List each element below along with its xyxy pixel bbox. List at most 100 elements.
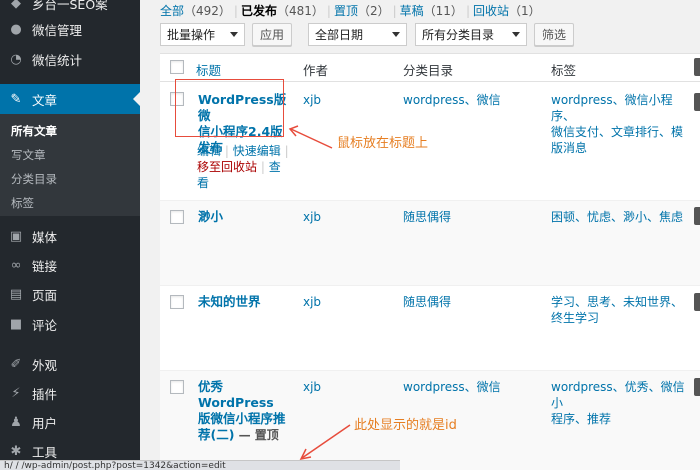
sidebar-item-links[interactable]: ∞ 链接 xyxy=(0,251,140,279)
row-actions: 编辑 | 快速编辑 | 移至回收站 | 查 看 xyxy=(197,144,289,190)
posts-submenu: 所有文章 写文章 分类目录 标签 xyxy=(0,114,140,216)
sidebar-item-label: 文章 xyxy=(32,92,58,108)
tags-cell[interactable]: wordpress、微信小程序、 微信支付、文章排行、模 版消息 xyxy=(551,92,691,156)
sidebar-item-wechat-stats[interactable]: ◔ 微信统计 xyxy=(0,45,140,73)
sidebar-item-label: 链接 xyxy=(32,258,58,274)
view-link-cont[interactable]: 看 xyxy=(197,176,209,190)
author-link[interactable]: xjb xyxy=(303,379,321,395)
tags-cell[interactable]: 困顿、忧虑、渺小、焦虑 xyxy=(551,209,683,225)
filter-all[interactable]: 全部（492） xyxy=(160,4,231,18)
sidebar-item-label: 微信统计 xyxy=(32,52,83,68)
date-filter-select[interactable]: 全部日期 xyxy=(308,23,407,46)
trash-link[interactable]: 移至回收站 xyxy=(197,160,257,174)
bulk-action-select[interactable]: 批量操作 xyxy=(160,23,245,46)
bulk-action-value: 批量操作 xyxy=(167,28,216,42)
column-categories-header: 分类目录 xyxy=(403,63,454,78)
filter-trash[interactable]: 回收站（1） xyxy=(473,4,541,18)
tags-cell[interactable]: wordpress、优秀、微信小 程序、推荐 xyxy=(551,379,691,427)
category-filter-select[interactable]: 所有分类目录 xyxy=(415,23,527,46)
sidebar-item-pages[interactable]: ▤ 页面 xyxy=(0,280,140,308)
tags-cell[interactable]: 学习、思考、未知世界、 终生学习 xyxy=(551,294,691,326)
table-row: 未知的世界 xjb 随思偶得 学习、思考、未知世界、 终生学习 xyxy=(160,286,700,371)
sidebar-item-label: 外观 xyxy=(32,357,58,373)
row-checkbox[interactable] xyxy=(170,295,184,309)
user-icon: ♟ xyxy=(10,414,22,430)
submenu-all-posts[interactable]: 所有文章 xyxy=(11,123,57,139)
sidebar-item-posts[interactable]: ✎ 文章 xyxy=(0,84,140,114)
filter-button[interactable]: 筛选 xyxy=(534,23,574,46)
filter-drafts[interactable]: 草稿（11） xyxy=(400,4,463,18)
filter-published[interactable]: 已发布（481） xyxy=(241,4,324,18)
posts-list-content: 全部（492） | 已发布（481） | 置顶（2） | 草稿（11） | 回收站（1） 批量操… xyxy=(140,0,700,470)
sidebar-item-label: 微信管理 xyxy=(32,22,83,38)
apply-button[interactable]: 应用 xyxy=(252,23,292,46)
chevron-down-icon xyxy=(230,32,238,37)
column-tags-header: 标签 xyxy=(551,63,577,78)
sidebar-item-wechat-manage[interactable]: ● 微信管理 xyxy=(0,15,140,43)
sidebar-item-site[interactable]: ◆ 乡台一SEO案 xyxy=(0,0,140,14)
page-icon: ▤ xyxy=(9,286,23,302)
row-checkbox[interactable] xyxy=(170,210,184,224)
sidebar-item-label: 页面 xyxy=(32,287,58,303)
comment-icon: ■ xyxy=(9,316,23,332)
category-filter-value: 所有分类目录 xyxy=(422,28,495,42)
pin-icon: ✎ xyxy=(10,91,22,107)
submenu-categories[interactable]: 分类目录 xyxy=(11,171,57,187)
edit-link[interactable]: 编辑 xyxy=(197,144,221,158)
author-link[interactable]: xjb xyxy=(303,294,321,310)
submenu-tags[interactable]: 标签 xyxy=(11,195,34,211)
filter-sticky[interactable]: 置顶（2） xyxy=(334,4,390,18)
categories-link[interactable]: 随思偶得 xyxy=(403,209,451,225)
brush-icon: ✐ xyxy=(10,356,22,372)
post-title-link[interactable]: 优秀WordPress 版微信小程序推 荐(二) — 置顶 xyxy=(198,379,298,443)
chevron-down-icon xyxy=(512,32,520,37)
column-title-header[interactable]: 标题 xyxy=(196,60,221,79)
annotation-id-hint: 此处显示的就是id xyxy=(354,418,457,433)
sidebar-item-appearance[interactable]: ✐ 外观 xyxy=(0,350,140,378)
author-link[interactable]: xjb xyxy=(303,209,321,225)
row-checkbox[interactable] xyxy=(170,380,184,394)
sidebar-item-label: 插件 xyxy=(32,386,58,402)
sidebar-item-label: 工具 xyxy=(32,444,58,460)
comment-count-icon xyxy=(694,58,700,76)
sidebar-item-users[interactable]: ♟ 用户 xyxy=(0,408,140,436)
categories-link[interactable]: 随思偶得 xyxy=(403,294,451,310)
browser-status-bar: h/ / /wp-admin/post.php?post=1342&action… xyxy=(0,460,400,470)
site-icon: ◆ xyxy=(11,0,21,11)
chat-icon: ● xyxy=(10,21,22,37)
categories-link[interactable]: wordpress、微信 xyxy=(403,92,501,108)
comment-count-icon xyxy=(694,378,700,396)
sidebar-item-label: 媒体 xyxy=(32,229,58,245)
comment-count-icon xyxy=(694,93,700,111)
sidebar-item-label: 用户 xyxy=(32,415,58,431)
author-link[interactable]: xjb xyxy=(303,92,321,108)
plug-icon: ⚡ xyxy=(11,385,21,401)
sidebar-item-label: 乡台一SEO案 xyxy=(32,0,108,12)
quick-edit-link[interactable]: 快速编辑 xyxy=(233,144,281,158)
select-all-checkbox[interactable] xyxy=(170,60,184,74)
chevron-down-icon xyxy=(392,32,400,37)
wrench-icon: ✱ xyxy=(10,443,22,459)
sidebar-item-plugins[interactable]: ⚡ 插件 xyxy=(0,379,140,407)
admin-sidebar: ◆ 乡台一SEO案 ● 微信管理 ◔ 微信统计 ✎ 文章 所有文章 写文章 分类… xyxy=(0,0,140,470)
annotation-hover-title: 鼠标放在标题上 xyxy=(337,136,429,151)
view-link[interactable]: 查 xyxy=(269,160,281,174)
post-title-link[interactable]: 渺小 xyxy=(198,209,223,225)
pie-chart-icon: ◔ xyxy=(10,51,22,67)
table-row: 渺小 xjb 随思偶得 困顿、忧虑、渺小、焦虑 xyxy=(160,201,700,286)
sidebar-item-media[interactable]: ▣ 媒体 xyxy=(0,222,140,250)
post-title-link[interactable]: 未知的世界 xyxy=(198,294,261,310)
sidebar-item-comments[interactable]: ■ 评论 xyxy=(0,310,140,338)
comment-count-icon xyxy=(694,293,700,311)
link-icon: ∞ xyxy=(10,257,22,273)
submenu-write-post[interactable]: 写文章 xyxy=(11,147,46,163)
title-highlight-box xyxy=(175,79,284,137)
table-header: 标题 作者 分类目录 标签 xyxy=(160,54,700,82)
column-author-header: 作者 xyxy=(303,63,329,78)
date-filter-value: 全部日期 xyxy=(315,28,364,42)
media-icon: ▣ xyxy=(9,228,23,244)
comments-column-edge xyxy=(694,0,700,470)
comment-count-icon xyxy=(694,207,700,225)
status-filter-links: 全部（492） | 已发布（481） | 置顶（2） | 草稿（11） | 回收站（1） xyxy=(160,4,541,18)
categories-link[interactable]: wordpress、微信 xyxy=(403,379,501,395)
